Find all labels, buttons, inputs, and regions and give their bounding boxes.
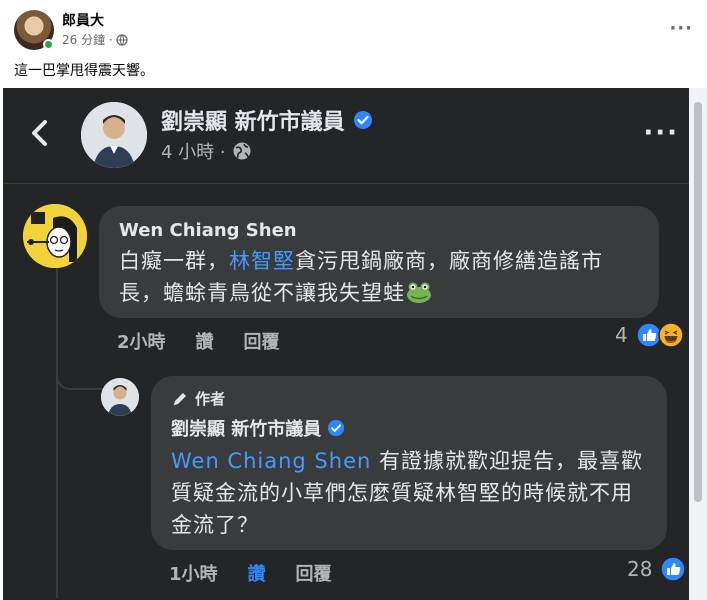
frog-emoji-icon <box>407 282 431 303</box>
comment-reply-button[interactable]: 回覆 <box>244 328 280 354</box>
scrollbar-thumb[interactable] <box>694 102 702 502</box>
page-post-time[interactable]: 4 小時 · <box>161 138 226 164</box>
reply-text: Wen Chiang Shen 有證據就歡迎提告，最喜歡質疑金流的小草們怎麼質疑… <box>171 445 647 541</box>
online-status-icon <box>43 39 54 50</box>
reply-mention[interactable]: Wen Chiang Shen <box>171 449 371 473</box>
post-text: 這一巴掌甩得震天響。 <box>14 63 154 79</box>
comment-actions: 2小時 讚 回覆 <box>117 328 280 354</box>
commenter-name[interactable]: Wen Chiang Shen <box>119 220 639 241</box>
person-photo-icon <box>101 378 139 416</box>
verified-badge-icon <box>328 419 345 437</box>
reply-reaction-count[interactable]: 28 <box>627 557 652 581</box>
page-post-header: 劉崇顯 新竹市議員 4 小時 · ··· <box>3 88 689 184</box>
post-author-name[interactable]: 郎員大 <box>62 10 104 30</box>
page-name-text[interactable]: 劉崇顯 新竹市議員 <box>161 104 345 136</box>
reply-author-name[interactable]: 劉崇顯 新竹市議員 <box>171 415 321 441</box>
embedded-screenshot: 劉崇顯 新竹市議員 4 小時 · ··· Wen Chiang Shen 白癡一… <box>3 88 689 600</box>
comment-text: 白癡一群，林智堅貪污甩鍋廠商，廠商修繕造謠市長，蟾蜍青鳥從不讓我失望蛙 <box>119 245 639 309</box>
cartoon-avatar-icon <box>23 204 87 268</box>
comment-text-before: 白癡一群， <box>119 249 229 273</box>
page-post-meta: 4 小時 · <box>161 138 252 164</box>
reply-reply-button[interactable]: 回覆 <box>296 560 332 586</box>
reply-like-button[interactable]: 讚 <box>248 560 266 586</box>
haha-icon <box>657 322 684 348</box>
page-more-button[interactable]: ··· <box>643 118 679 148</box>
pencil-icon <box>173 392 186 405</box>
page-avatar[interactable] <box>81 102 147 168</box>
reply-author-avatar[interactable] <box>101 378 139 416</box>
comment-reaction-count[interactable]: 4 <box>615 323 628 347</box>
reply-actions: 1小時 讚 回覆 <box>169 560 332 586</box>
person-photo-icon <box>81 102 147 168</box>
post-header: 郎員大 26 分鐘 · ··· 這一巴掌甩得震天響。 <box>0 0 707 88</box>
commenter-avatar[interactable] <box>23 204 87 268</box>
author-tag: 作者 <box>171 388 647 409</box>
comment-like-button[interactable]: 讚 <box>196 328 214 354</box>
reply-author[interactable]: 劉崇顯 新竹市議員 <box>171 415 647 441</box>
like-icon <box>660 556 687 582</box>
back-arrow-icon[interactable] <box>25 116 55 150</box>
page-name[interactable]: 劉崇顯 新竹市議員 <box>161 104 373 136</box>
thread-line <box>56 268 58 598</box>
author-tag-label: 作者 <box>195 390 226 408</box>
comment-bubble: Wen Chiang Shen 白癡一群，林智堅貪污甩鍋廠商，廠商修繕造謠市長，… <box>99 206 659 318</box>
post-time[interactable]: 26 分鐘 · <box>62 31 113 48</box>
post-more-button[interactable]: ··· <box>669 18 693 39</box>
thread-connector <box>56 358 104 390</box>
reply-bubble: 作者 劉崇顯 新竹市議員 Wen Chiang Shen 有證據就歡迎提告，最喜… <box>151 376 667 550</box>
globe-icon <box>233 142 251 160</box>
comment-reactions[interactable]: 4 <box>615 322 684 348</box>
post-meta: 26 分鐘 · <box>62 31 128 48</box>
reply-time[interactable]: 1小時 <box>169 560 218 586</box>
comment-time[interactable]: 2小時 <box>117 328 166 354</box>
globe-icon <box>116 33 128 46</box>
comment-mention[interactable]: 林智堅 <box>229 249 295 273</box>
reply-reactions[interactable]: 28 <box>627 556 687 582</box>
scrollbar[interactable] <box>689 88 707 600</box>
verified-badge-icon <box>353 111 372 129</box>
